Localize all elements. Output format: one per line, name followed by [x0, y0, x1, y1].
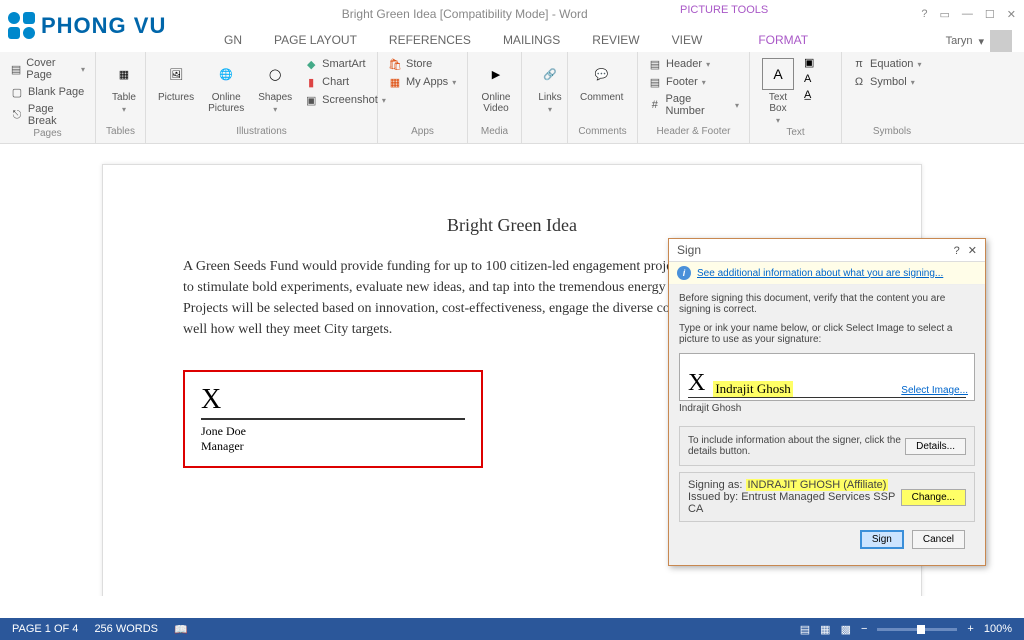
signature-name: Jone Doe — [201, 424, 465, 439]
signature-x-mark: X — [201, 384, 465, 420]
signing-as-label: Signing as: — [688, 479, 742, 491]
smartart-button[interactable]: ◆SmartArt — [302, 56, 388, 72]
tab-design[interactable]: GN — [224, 33, 242, 47]
group-label-apps: Apps — [386, 126, 459, 139]
watermark-text: PHONG VU — [41, 13, 166, 39]
user-name: Taryn — [946, 35, 973, 47]
page-indicator[interactable]: PAGE 1 OF 4 — [12, 623, 78, 636]
group-label-pages: Pages — [8, 128, 87, 141]
zoom-in-icon[interactable]: + — [967, 623, 973, 635]
wordart-icon[interactable]: A — [804, 73, 814, 85]
signature-line-box[interactable]: X Jone Doe Manager — [183, 370, 483, 468]
group-label-media: Media — [476, 126, 513, 139]
store-button[interactable]: 🛍Store — [386, 56, 459, 72]
pictures-button[interactable]: 🖼Pictures — [154, 56, 198, 105]
screenshot-button[interactable]: ▣Screenshot — [302, 92, 388, 108]
group-label-links — [530, 137, 559, 139]
dialog-title: Sign — [677, 243, 701, 257]
drop-cap-icon[interactable]: A̲ — [804, 89, 814, 101]
cover-page-button[interactable]: ▤Cover Page — [8, 56, 87, 82]
tab-format[interactable]: FORMAT — [758, 33, 808, 47]
links-button[interactable]: 🔗Links — [530, 56, 570, 116]
watermark-logo: PHONG VU — [8, 12, 166, 39]
sig-x-mark: X — [688, 370, 705, 397]
dialog-help-icon[interactable]: ? — [954, 245, 960, 257]
info-icon: i — [677, 266, 691, 280]
tab-review[interactable]: REVIEW — [592, 33, 639, 47]
group-label-tables: Tables — [104, 126, 137, 139]
maximize-icon[interactable]: ☐ — [985, 8, 995, 21]
word-count[interactable]: 256 WORDS — [94, 623, 158, 636]
zoom-slider[interactable] — [877, 628, 957, 631]
user-dropdown-icon[interactable]: ▾ — [978, 35, 984, 48]
tab-page-layout[interactable]: PAGE LAYOUT — [274, 33, 357, 47]
issued-by-label: Issued by: — [688, 491, 738, 503]
table-button[interactable]: ▦Table — [104, 56, 144, 116]
dialog-info-bar: i See additional information about what … — [669, 262, 985, 285]
header-button[interactable]: ▤Header — [646, 56, 741, 72]
spellcheck-icon[interactable]: 📖 — [174, 623, 188, 636]
ribbon: ▤Cover Page ▢Blank Page ⎋Page Break Page… — [0, 52, 1024, 144]
info-link[interactable]: See additional information about what yo… — [697, 268, 943, 279]
group-label-text: Text — [758, 127, 833, 140]
zoom-level[interactable]: 100% — [984, 623, 1012, 635]
online-pictures-button[interactable]: 🌐Online Pictures — [204, 56, 248, 116]
dialog-title-bar[interactable]: Sign ? ✕ — [669, 239, 985, 262]
group-label-header-footer: Header & Footer — [646, 126, 741, 139]
view-web-icon[interactable]: ▩ — [841, 623, 851, 636]
group-label-symbols: Symbols — [850, 126, 934, 139]
group-label-illustrations: Illustrations — [154, 126, 369, 139]
footer-button[interactable]: ▤Footer — [646, 74, 741, 90]
status-bar: PAGE 1 OF 4 256 WORDS 📖 ▤ ▦ ▩ − + 100% — [0, 618, 1024, 640]
signature-input-box[interactable]: X Indrajit Ghosh Select Image... — [679, 353, 975, 401]
signing-as-value: INDRAJIT GHOSH (Affiliate) — [746, 479, 889, 491]
chart-button[interactable]: ▮Chart — [302, 74, 388, 90]
group-label-comments: Comments — [576, 126, 629, 139]
tab-mailings[interactable]: MAILINGS — [503, 33, 560, 47]
online-video-button[interactable]: ▶Online Video — [476, 56, 516, 116]
change-button[interactable]: Change... — [901, 489, 966, 506]
tab-references[interactable]: REFERENCES — [389, 33, 471, 47]
ribbon-toggle-icon[interactable]: ▭ — [940, 8, 950, 21]
sign-dialog: Sign ? ✕ i See additional information abo… — [668, 238, 986, 566]
details-hint: To include information about the signer,… — [688, 435, 905, 457]
symbol-button[interactable]: ΩSymbol — [850, 74, 934, 90]
my-apps-button[interactable]: ▦My Apps — [386, 74, 459, 90]
quick-parts-icon[interactable]: ▣ — [804, 56, 814, 69]
signer-name-label: Indrajit Ghosh — [679, 403, 975, 414]
cancel-button[interactable]: Cancel — [912, 530, 965, 549]
details-button[interactable]: Details... — [905, 438, 966, 455]
view-print-icon[interactable]: ▦ — [820, 623, 830, 636]
verify-hint: Before signing this document, verify tha… — [679, 293, 975, 315]
context-tab-label: PICTURE TOOLS — [680, 4, 768, 16]
comment-button[interactable]: 💬Comment — [576, 56, 627, 105]
help-icon[interactable]: ? — [921, 8, 927, 20]
view-read-icon[interactable]: ▤ — [800, 623, 810, 636]
minimize-icon[interactable]: — — [962, 8, 973, 20]
shapes-button[interactable]: ◯Shapes — [254, 56, 296, 116]
close-icon[interactable]: ✕ — [1007, 8, 1016, 21]
tab-view[interactable]: VIEW — [672, 33, 703, 47]
blank-page-button[interactable]: ▢Blank Page — [8, 84, 87, 100]
type-hint: Type or ink your name below, or click Se… — [679, 323, 975, 345]
typed-signature[interactable]: Indrajit Ghosh — [713, 381, 792, 397]
sign-button[interactable]: Sign — [860, 530, 904, 549]
page-number-button[interactable]: #Page Number — [646, 92, 741, 118]
equation-button[interactable]: πEquation — [850, 56, 934, 72]
avatar[interactable] — [990, 30, 1012, 52]
select-image-link[interactable]: Select Image... — [901, 385, 968, 396]
dialog-close-icon[interactable]: ✕ — [968, 245, 977, 257]
signature-title: Manager — [201, 439, 465, 454]
document-title: Bright Green Idea — [183, 215, 841, 236]
zoom-out-icon[interactable]: − — [861, 623, 867, 635]
page-break-button[interactable]: ⎋Page Break — [8, 102, 87, 128]
user-area[interactable]: Taryn ▾ — [946, 30, 1012, 52]
text-box-button[interactable]: AText Box — [758, 56, 798, 127]
